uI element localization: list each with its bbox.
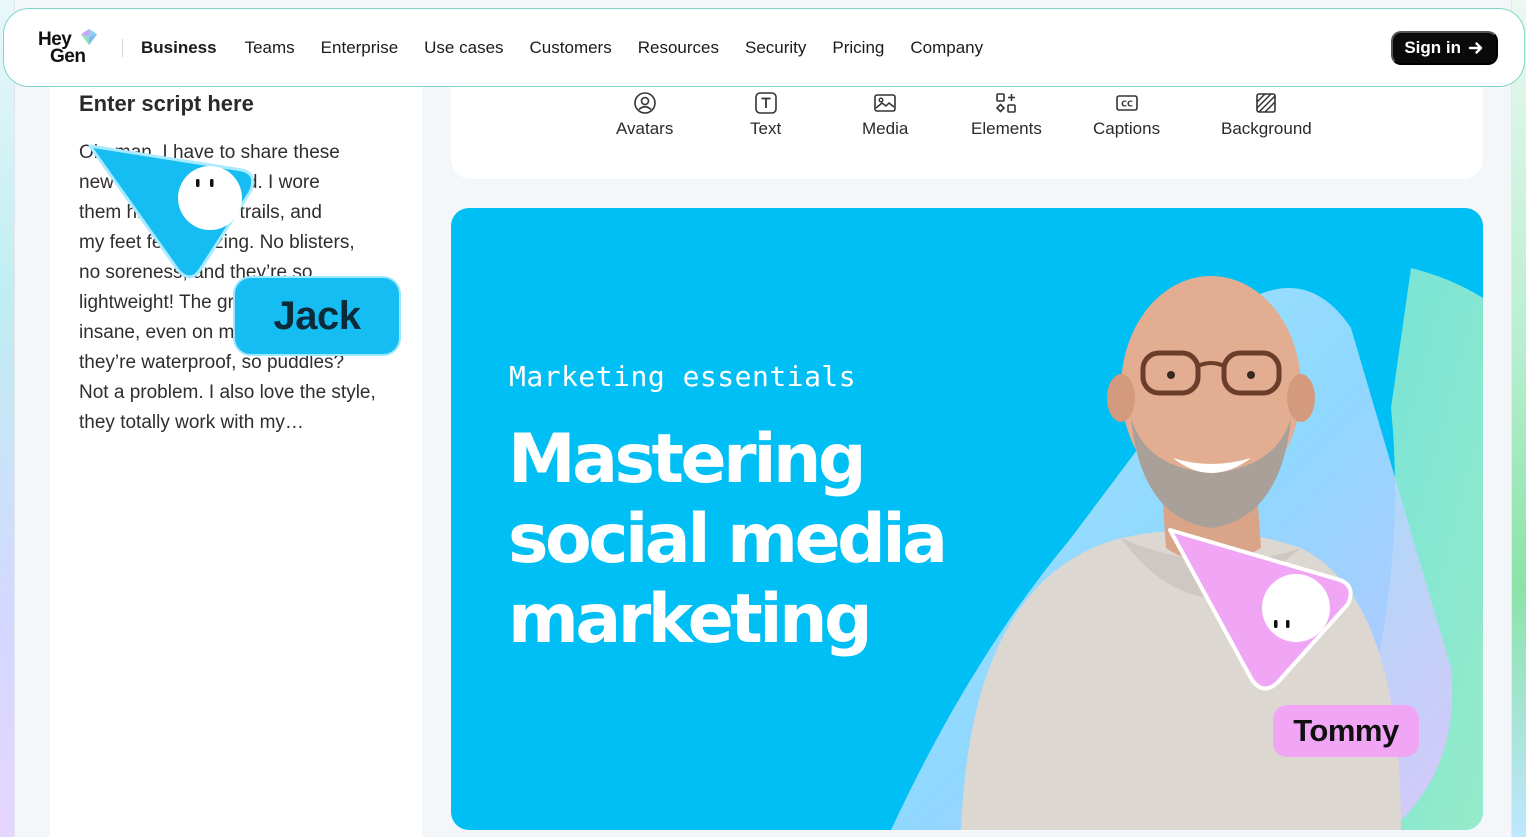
sign-in-label: Sign in (1404, 38, 1461, 57)
nav-link-resources[interactable]: Resources (638, 38, 719, 58)
script-title: Enter script here (79, 91, 254, 116)
tool-label: Avatars (616, 119, 674, 138)
tool-label: Captions (1093, 119, 1161, 138)
tool-label: Media (862, 119, 909, 138)
nav-link-enterprise[interactable]: Enterprise (321, 38, 398, 58)
tool-captions[interactable]: CC Captions (1093, 91, 1160, 139)
sign-in-button[interactable]: Sign in (1391, 31, 1498, 65)
nav-link-business[interactable]: Business (141, 38, 217, 58)
tool-label: Elements (971, 119, 1042, 138)
tool-media[interactable]: Media (862, 91, 908, 139)
editor-toolbar: Avatars Text Media Elements CC Captions (451, 82, 1483, 179)
tool-text[interactable]: Text (750, 91, 781, 139)
nav-link-customers[interactable]: Customers (530, 38, 612, 58)
logo-gem-icon (80, 28, 98, 45)
tommy-cursor-icon (1168, 528, 1353, 691)
captions-icon: CC (1115, 95, 1138, 111)
jack-name-tag: Jack (233, 276, 401, 356)
tommy-name-tag: Tommy (1273, 705, 1419, 757)
tool-background[interactable]: Background (1221, 91, 1312, 139)
media-icon (874, 94, 896, 112)
nav-divider (122, 38, 123, 57)
tool-avatars[interactable]: Avatars (616, 91, 673, 139)
nav-link-security[interactable]: Security (745, 38, 806, 58)
avatar-icon (633, 92, 656, 114)
heygen-logo[interactable]: Hey Gen (38, 28, 104, 68)
tool-label: Text (750, 119, 782, 138)
logo-line-1: Hey (38, 28, 72, 50)
nav-link-pricing[interactable]: Pricing (832, 38, 884, 58)
arrow-right-icon (1468, 42, 1483, 54)
script-line: Not a problem. I also love the style, (79, 382, 376, 403)
background-icon (1256, 93, 1277, 113)
text-icon (754, 92, 777, 114)
nav-link-teams[interactable]: Teams (245, 38, 295, 58)
jack-cursor-icon (88, 144, 255, 279)
nav-link-company[interactable]: Company (910, 38, 983, 58)
nav-link-use-cases[interactable]: Use cases (424, 38, 503, 58)
script-line: they totally work with my… (79, 412, 304, 433)
top-navigation: Hey Gen Business Teams Enterprise Use ca… (3, 8, 1525, 87)
elements-icon (996, 93, 1017, 113)
tool-label: Background (1221, 119, 1312, 138)
canvas-subtitle: Marketing essentials (509, 360, 857, 393)
svg-text:CC: CC (1121, 100, 1133, 109)
nav-links: Business Teams Enterprise Use cases Cust… (141, 38, 1009, 58)
logo-line-2: Gen (50, 45, 86, 67)
tool-elements[interactable]: Elements (971, 91, 1042, 139)
